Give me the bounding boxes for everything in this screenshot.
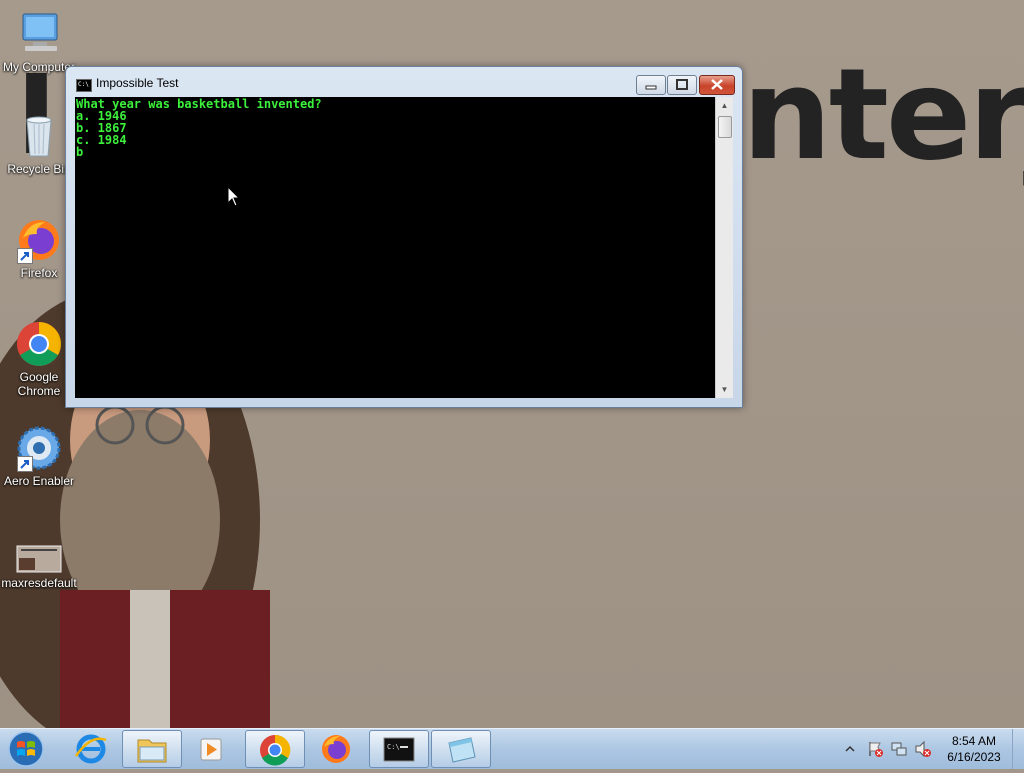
console-output[interactable]: What year was basketball invented? a. 19… xyxy=(75,97,715,398)
vertical-scrollbar[interactable]: ▲ ▼ xyxy=(715,97,733,398)
clock-time: 8:54 AM xyxy=(951,734,997,748)
network-icon[interactable] xyxy=(890,740,908,758)
taskbar: C:\ 8:54 AM 6/16/2023 xyxy=(0,728,1024,769)
taskbar-notepad[interactable] xyxy=(431,730,491,768)
chrome-icon xyxy=(15,320,63,368)
console-line: a. 1946 xyxy=(76,109,127,123)
chrome-icon xyxy=(260,734,291,766)
close-button[interactable] xyxy=(699,75,735,95)
minimize-button[interactable] xyxy=(636,75,666,95)
console-line: b. 1867 xyxy=(76,121,127,135)
console-line: What year was basketball invented? xyxy=(76,97,322,111)
mouse-cursor-icon xyxy=(227,186,241,207)
desktop-icon-label: maxresdefault xyxy=(1,576,77,590)
aero-enabler-icon xyxy=(15,424,63,472)
volume-muted-icon[interactable] xyxy=(914,740,932,758)
taskbar-file-explorer[interactable] xyxy=(122,730,182,768)
desktop-icon-aero-enabler[interactable]: Aero Enabler xyxy=(0,424,78,488)
firefox-icon xyxy=(322,735,350,763)
maximize-button[interactable] xyxy=(667,75,697,95)
desktop-icon-label: Aero Enabler xyxy=(3,474,75,488)
minimize-icon xyxy=(645,85,657,90)
action-center-flag-icon[interactable] xyxy=(866,740,884,758)
scrollbar-thumb[interactable] xyxy=(718,116,732,138)
console-window[interactable]: C:\ Impossible Test What year was basket… xyxy=(65,66,743,408)
scroll-down-arrow-icon[interactable]: ▼ xyxy=(716,381,733,398)
start-button[interactable] xyxy=(6,730,46,768)
taskbar-firefox[interactable] xyxy=(307,730,365,766)
folder-icon xyxy=(137,739,167,763)
console-line: b xyxy=(76,145,84,159)
taskbar-clock[interactable]: 8:54 AM 6/16/2023 xyxy=(940,733,1008,765)
show-desktop-button[interactable] xyxy=(1012,729,1024,769)
firefox-icon xyxy=(15,216,63,264)
shortcut-arrow-icon xyxy=(17,456,33,472)
taskbar-command-prompt[interactable]: C:\ xyxy=(369,730,429,768)
recycle-bin-icon xyxy=(15,112,63,160)
console-line: c. 1984 xyxy=(76,133,127,147)
taskbar-internet-explorer[interactable] xyxy=(62,730,120,766)
maximize-icon xyxy=(676,79,688,90)
media-player-icon xyxy=(200,738,222,761)
computer-icon xyxy=(15,10,63,58)
internet-explorer-icon xyxy=(74,734,107,764)
shortcut-arrow-icon xyxy=(17,248,33,264)
wallpaper-text: nterje xyxy=(742,41,1024,188)
image-file-icon xyxy=(15,544,63,574)
clock-date: 6/16/2023 xyxy=(947,750,1001,764)
taskbar-google-chrome[interactable] xyxy=(245,730,305,768)
window-title: Impossible Test xyxy=(96,76,179,90)
taskbar-media-player[interactable] xyxy=(182,730,240,766)
notepad-icon xyxy=(448,737,476,763)
desktop-icon-maxresdefault[interactable]: maxresdefault xyxy=(0,544,78,590)
scroll-up-arrow-icon[interactable]: ▲ xyxy=(716,97,733,114)
command-prompt-icon: C:\ xyxy=(383,737,415,762)
desktop-icon-my-computer[interactable]: My Computer xyxy=(0,10,78,74)
svg-text:C:\: C:\ xyxy=(387,743,400,751)
windows-logo-icon xyxy=(8,731,44,767)
show-hidden-icons-icon[interactable] xyxy=(844,743,856,755)
close-icon xyxy=(711,79,723,90)
command-prompt-icon: C:\ xyxy=(76,79,92,92)
